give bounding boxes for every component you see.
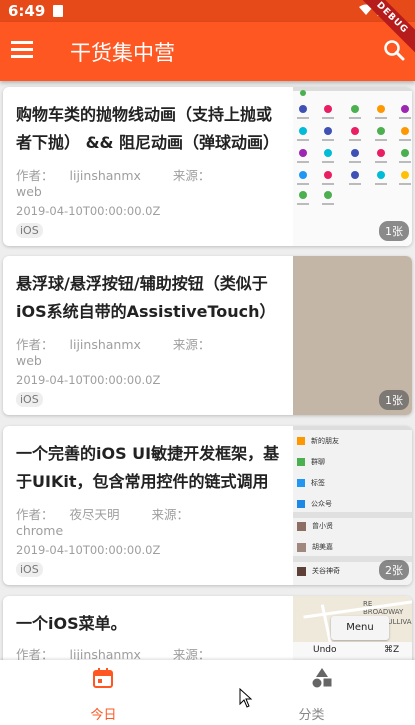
thumb-row-label: 关谷神奇 (312, 567, 340, 575)
map-undo-label: Undo (313, 645, 337, 655)
article-date: 2019-04-10T00:00:00.0Z (16, 204, 161, 218)
source-prefix: 来源： (172, 337, 211, 352)
thumb-row-label: 胡美嘉 (312, 543, 333, 551)
app-title: 干货集中营 (70, 41, 175, 65)
thumb-row: 新的朋友 (297, 436, 339, 446)
article-date: 2019-04-10T00:00:00.0Z (16, 543, 161, 557)
thumb-row-label: 群聊 (311, 458, 325, 466)
article-text: 悬浮球/悬浮按钮/辅助按钮（类似于iOS系统自带的AssistiveTouch）… (16, 270, 282, 407)
article-source: web (16, 184, 42, 199)
thumb-row: 群聊 (297, 457, 325, 467)
map-shortcut-label: ⌘Z (384, 645, 400, 655)
article-meta: 作者： lijinshanmx 来源： web (16, 334, 282, 368)
thumb-row: 标签 (297, 478, 325, 488)
app-bar: 干货集中营 (0, 22, 415, 81)
article-tag: iOS (16, 562, 43, 577)
article-card[interactable]: 一个iOS菜单。 作者：lijinshanmx来源：chrome RE BROA… (3, 596, 412, 660)
author-prefix: 作者： (16, 507, 54, 522)
image-count-badge: 1张 (379, 221, 409, 241)
article-author: lijinshanmx (69, 647, 141, 660)
menu-icon[interactable] (11, 41, 33, 59)
article-title: 一个完善的iOS UI敏捷开发框架，基于UIKit，包含常用控件的链式调用 (16, 444, 280, 491)
calendar-icon (93, 668, 113, 688)
article-meta: 作者： 夜尽天明 来源： chrome (16, 504, 282, 538)
article-card[interactable]: 悬浮球/悬浮按钮/辅助按钮（类似于iOS系统自带的AssistiveTouch）… (3, 256, 412, 415)
article-thumbnail: 新的朋友 群聊 标签 公众号 曾小贤 胡美嘉 关谷神奇 2张 (293, 426, 412, 585)
debug-banner: DEBUG (355, 0, 415, 56)
article-tag: iOS (16, 392, 43, 407)
article-author: lijinshanmx (69, 168, 141, 183)
article-thumbnail: 1张 (293, 256, 412, 415)
map-menu-label: Menu (331, 616, 389, 640)
source-prefix: 来源： (172, 168, 211, 183)
article-source: web (16, 353, 42, 368)
author-prefix: 作者： (16, 647, 54, 660)
thumb-row: 公众号 (297, 499, 332, 509)
article-thumbnail: RE BROADWAY SULLIVAN Menu Undo ⌘Z (293, 596, 412, 660)
article-tag: iOS (16, 223, 43, 238)
article-list[interactable]: 购物车类的抛物线动画（支持上抛或者下抛） && 阻尼动画（弹球动画） 作者： li… (0, 81, 415, 660)
bottom-navigation: 今日 分类 (0, 660, 415, 725)
sd-card-icon (53, 5, 64, 17)
thumb-row-label: 新的朋友 (311, 437, 339, 445)
article-author: lijinshanmx (69, 337, 141, 352)
article-thumbnail: 1张 (293, 87, 412, 246)
thumb-row: 关谷神奇 (297, 566, 340, 576)
thumb-row-label: 标签 (311, 479, 325, 487)
nav-today-label: 今日 (90, 708, 117, 723)
article-author: 夜尽天明 (69, 507, 120, 522)
author-prefix: 作者： (16, 337, 54, 352)
article-card[interactable]: 一个完善的iOS UI敏捷开发框架，基于UIKit，包含常用控件的链式调用 作者… (3, 426, 412, 585)
article-meta: 作者：lijinshanmx来源：chrome (16, 644, 282, 660)
thumb-row-label: 曾小贤 (312, 522, 333, 530)
status-time: 6:49 (8, 2, 46, 20)
article-title: 悬浮球/悬浮按钮/辅助按钮（类似于iOS系统自带的AssistiveTouch） (16, 274, 276, 321)
mouse-cursor-icon (239, 688, 253, 708)
status-bar: 6:49 (0, 0, 415, 22)
thumb-row: 曾小贤 (297, 521, 333, 531)
image-count-badge: 2张 (379, 560, 409, 580)
article-text: 购物车类的抛物线动画（支持上抛或者下抛） && 阻尼动画（弹球动画） 作者： li… (16, 101, 282, 238)
image-count-badge: 1张 (379, 390, 409, 410)
article-text: 一个iOS菜单。 作者：lijinshanmx来源：chrome (16, 610, 282, 660)
article-source: chrome (16, 523, 64, 538)
source-prefix: 来源： (172, 647, 211, 660)
nav-today[interactable]: 今日 (0, 660, 207, 725)
article-date: 2019-04-10T00:00:00.0Z (16, 373, 161, 387)
article-card[interactable]: 购物车类的抛物线动画（支持上抛或者下抛） && 阻尼动画（弹球动画） 作者： li… (3, 87, 412, 246)
thumb-row-label: 公众号 (311, 500, 332, 508)
article-title: 购物车类的抛物线动画（支持上抛或者下抛） && 阻尼动画（弹球动画） (16, 105, 280, 152)
author-prefix: 作者： (16, 168, 54, 183)
thumb-row: 胡美嘉 (297, 542, 333, 552)
source-prefix: 来源： (151, 507, 190, 522)
debug-banner-wrap: DEBUG (355, 0, 415, 60)
category-shapes-icon (312, 668, 332, 688)
article-text: 一个完善的iOS UI敏捷开发框架，基于UIKit，包含常用控件的链式调用 作者… (16, 440, 282, 577)
article-meta: 作者： lijinshanmx 来源： web (16, 165, 282, 199)
